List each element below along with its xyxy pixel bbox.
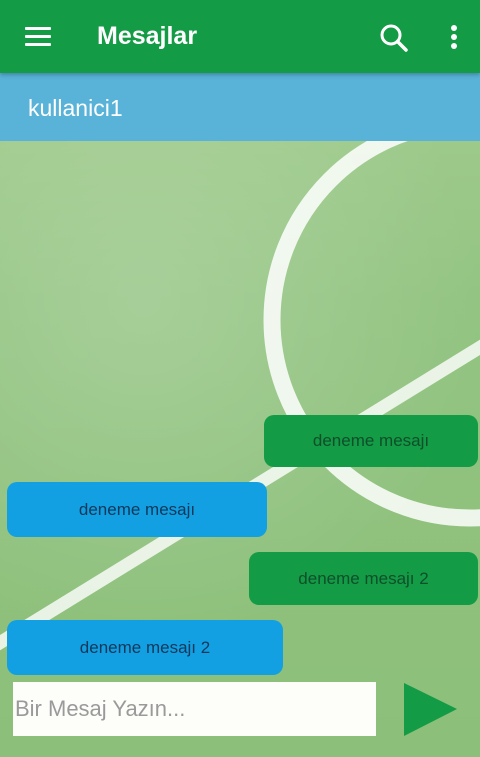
chat-username: kullanici1 [28,95,123,121]
message-bubble-sent: deneme mesajı [264,415,478,467]
app-bar: Mesajlar [0,0,480,73]
chat-header: kullanici1 [0,73,480,141]
message-text: deneme mesajı 2 [298,568,429,588]
message-bubble-received: deneme mesajı 2 [7,620,283,675]
send-icon[interactable] [400,680,460,740]
message-bubble-received: deneme mesajı [7,482,267,537]
hamburger-menu-icon[interactable] [25,27,51,47]
message-text: deneme mesajı [78,499,196,519]
message-text: deneme mesajı 2 [79,637,211,657]
message-input[interactable] [13,682,376,736]
search-icon[interactable] [378,22,410,54]
page-title: Mesajlar [97,22,198,50]
more-vertical-icon[interactable] [446,24,462,52]
message-bubble-sent: deneme mesajı 2 [249,552,478,605]
message-text: deneme mesajı [312,431,430,450]
